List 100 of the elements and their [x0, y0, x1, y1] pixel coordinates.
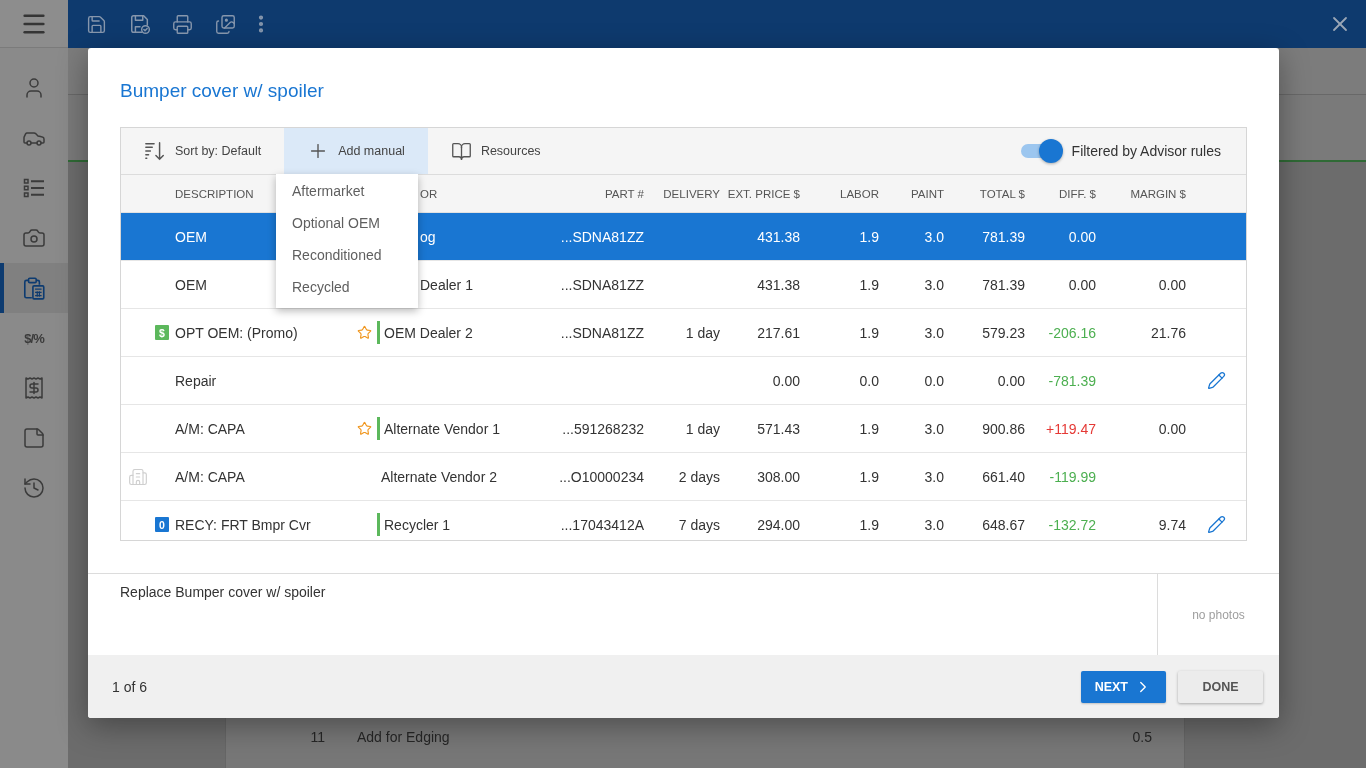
table-cell: 3.0	[924, 516, 944, 533]
table-cell: ...O10000234	[559, 468, 644, 485]
table-cell: 3.0	[924, 468, 944, 485]
table-cell: og	[420, 228, 436, 245]
table-cell: 294.00	[757, 516, 800, 533]
table-cell: 900.86	[982, 420, 1025, 437]
table-cell: 21.76	[1150, 324, 1186, 341]
table-cell: 3.0	[924, 228, 944, 245]
table-cell: 0.00	[1158, 276, 1186, 293]
line-number: 11	[309, 729, 325, 745]
table-cell: Dealer 1	[420, 276, 473, 293]
table-cell: 781.39	[982, 228, 1025, 245]
table-cell: ...591268232	[562, 420, 644, 437]
table-cell: 1.9	[859, 516, 879, 533]
menu-item[interactable]: Recycled	[276, 271, 418, 303]
table-cell: 3.0	[924, 276, 944, 293]
table-cell: ...SDNA81ZZ	[560, 276, 644, 293]
table-cell: 661.40	[982, 468, 1025, 485]
table-cell: OEM Dealer 2	[384, 324, 473, 341]
nav-item[interactable]	[0, 263, 68, 313]
camera-icon	[22, 226, 46, 250]
table-cell: -132.72	[1048, 516, 1096, 533]
table-cell: 2 days	[678, 468, 720, 485]
table-cell: ...SDNA81ZZ	[560, 228, 644, 245]
resources-button[interactable]: Resources	[427, 128, 564, 174]
list-icon	[22, 176, 46, 200]
next-button[interactable]: NEXT	[1080, 670, 1166, 703]
table-cell: 0.00	[997, 372, 1025, 389]
table-cell: 0.00	[772, 372, 800, 389]
column-header: TOTAL $	[979, 187, 1025, 200]
dollar-percent-glyph: $/%	[24, 330, 44, 346]
column-header: LABOR	[840, 187, 879, 200]
menu-item[interactable]: Aftermarket	[276, 175, 418, 207]
table-cell: 0.0	[924, 372, 944, 389]
notes-text: Replace Bumper cover w/ spoiler	[120, 584, 326, 600]
table-cell: ...17043412A	[560, 516, 644, 533]
table-cell: 431.38	[757, 276, 800, 293]
add-manual-button[interactable]: Add manual	[284, 128, 428, 174]
star-icon[interactable]	[357, 421, 372, 436]
table-cell: 1.9	[859, 420, 879, 437]
table-cell: ...SDNA81ZZ	[560, 324, 644, 341]
table-cell: 1 day	[685, 420, 720, 437]
sort-button[interactable]: Sort by: Default	[121, 128, 285, 174]
column-header: PART #	[605, 187, 644, 200]
table-cell: OPT OEM: (Promo)	[175, 324, 298, 341]
save-icon[interactable]	[86, 13, 107, 35]
table-cell: -119.99	[1049, 468, 1096, 485]
table-cell: OEM	[175, 276, 207, 293]
table-cell: 781.39	[982, 276, 1025, 293]
print-icon[interactable]	[172, 13, 193, 35]
table-cell: 0.00	[1068, 276, 1096, 293]
save-check-icon[interactable]	[128, 13, 151, 35]
filter-label: Filtered by Advisor rules	[1071, 143, 1221, 159]
column-header: PAINT	[911, 187, 944, 200]
table-cell: -781.39	[1048, 372, 1096, 389]
edit-icon[interactable]	[1207, 371, 1226, 390]
table-cell: 0.00	[1158, 420, 1186, 437]
clipboard-calculator-icon	[21, 275, 47, 301]
table-cell: A/M: CAPA	[175, 468, 245, 485]
building-icon	[128, 466, 148, 487]
done-button[interactable]: DONE	[1178, 670, 1263, 703]
table-cell: Recycler 1	[384, 516, 451, 533]
table-cell: 217.61	[757, 324, 800, 341]
table-cell: +119.47	[1046, 420, 1096, 437]
table-cell: 1.9	[859, 276, 879, 293]
dialog-title: Bumper cover w/ spoiler	[120, 80, 324, 101]
table-cell: 648.67	[982, 516, 1025, 533]
star-icon[interactable]	[357, 325, 372, 340]
table-cell: 3.0	[924, 420, 944, 437]
table-cell: RECY: FRT Bmpr Cvr	[175, 516, 311, 533]
line-description: Add for Edging	[357, 729, 451, 745]
count-badge: 0	[155, 517, 169, 532]
table-cell: 1.9	[859, 324, 879, 341]
sort-icon	[144, 140, 166, 162]
table-cell: 1.9	[859, 228, 879, 245]
line-value: 0.5	[1132, 729, 1152, 745]
table-cell: 1.9	[859, 468, 879, 485]
edit-icon[interactable]	[1207, 515, 1226, 534]
table-cell: 0.0	[859, 372, 879, 389]
table-cell: A/M: CAPA	[175, 420, 245, 437]
images-icon[interactable]	[215, 13, 236, 35]
receipt-dollar-icon	[22, 376, 46, 400]
column-header: DELIVERY	[663, 187, 720, 200]
table-cell: 3.0	[924, 324, 944, 341]
table-cell: 579.23	[982, 324, 1025, 341]
column-header: DIFF. $	[1058, 187, 1096, 200]
history-icon	[22, 476, 46, 500]
column-header: EXT. PRICE $	[727, 187, 800, 200]
filter-toggle[interactable]	[1019, 139, 1063, 163]
column-header: MARGIN $	[1130, 187, 1186, 200]
table-cell: -206.16	[1048, 324, 1096, 341]
table-cell: 431.38	[757, 228, 800, 245]
table-cell: 9.74	[1158, 516, 1186, 533]
table-cell: 308.00	[757, 468, 800, 485]
dollar-badge: $	[155, 325, 169, 340]
column-header: DESCRIPTION	[175, 187, 254, 200]
table-cell: Repair	[175, 372, 217, 389]
table-cell: Alternate Vendor 1	[384, 420, 500, 437]
column-header: OR	[420, 187, 438, 200]
book-icon	[450, 140, 472, 162]
